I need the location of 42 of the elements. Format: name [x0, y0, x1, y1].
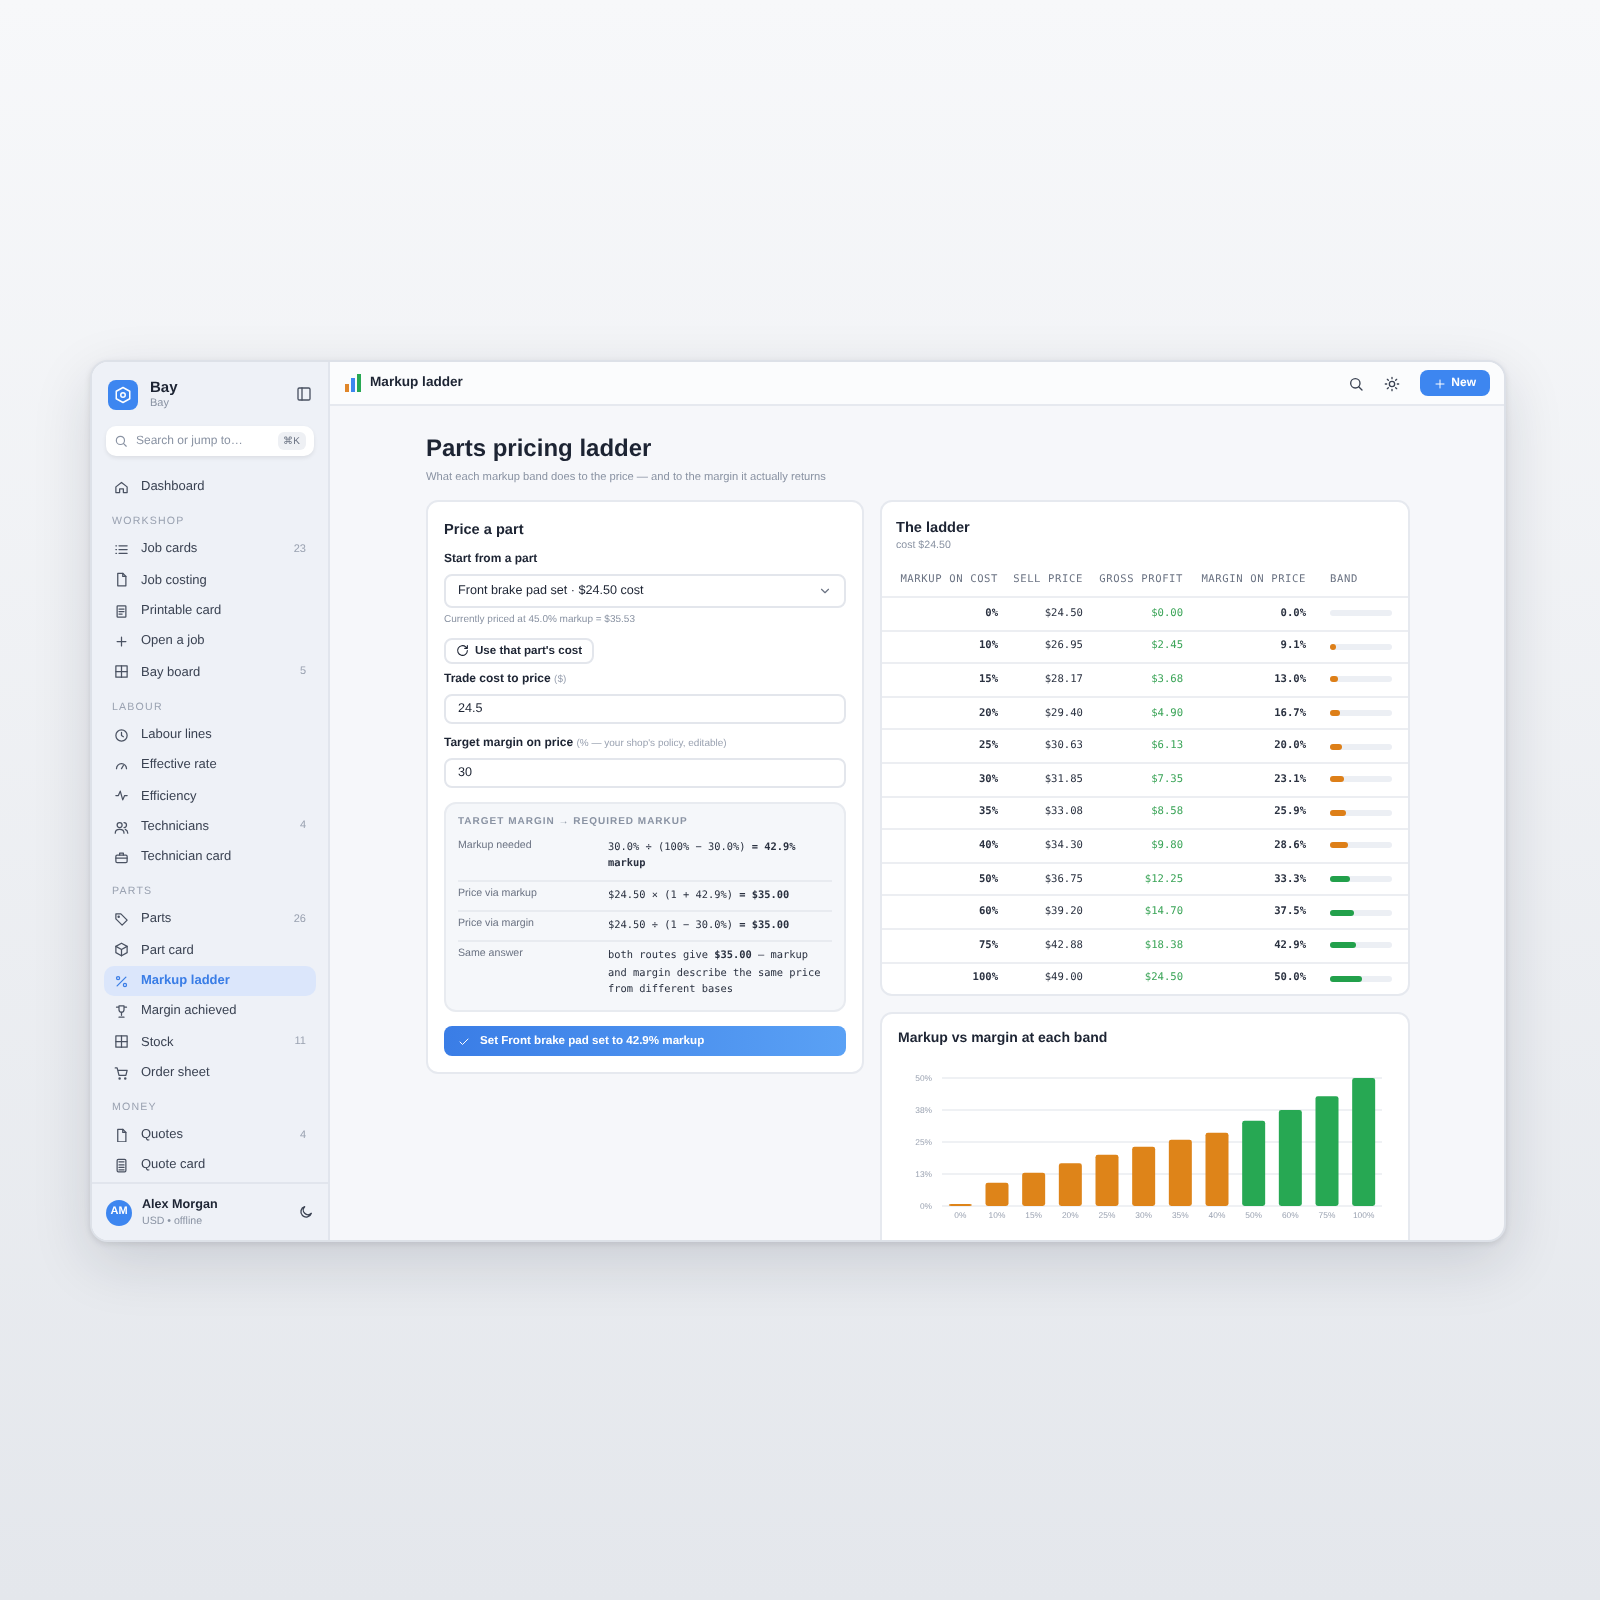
cart-icon — [114, 1065, 129, 1081]
plus-icon — [114, 634, 129, 650]
chart-bar — [1242, 1121, 1266, 1207]
plus-icon — [1433, 377, 1446, 389]
chart-bar — [1278, 1110, 1302, 1207]
briefcase-icon — [114, 849, 129, 865]
check-icon — [458, 1035, 470, 1048]
chart-bar — [1132, 1147, 1156, 1207]
chart-bar — [1058, 1163, 1082, 1207]
search-icon[interactable] — [1347, 375, 1364, 391]
chart-bar — [1022, 1172, 1046, 1207]
people-icon — [114, 819, 129, 835]
sun-icon[interactable] — [1383, 375, 1400, 391]
clock-icon — [114, 727, 129, 743]
search-icon — [114, 434, 128, 448]
refresh-icon — [456, 644, 469, 658]
grid-icon — [114, 1034, 129, 1050]
moon-icon[interactable] — [298, 1204, 314, 1220]
logo-icon — [108, 379, 138, 409]
chart-bar — [1168, 1139, 1192, 1207]
sidebar-toggle-icon[interactable] — [296, 386, 312, 402]
calculator-icon — [114, 1158, 129, 1174]
chart-bar — [985, 1182, 1009, 1207]
document-icon — [114, 572, 129, 588]
trophy-icon — [114, 1004, 129, 1020]
chart-bar — [1352, 1078, 1376, 1207]
page-heading: Parts pricing ladder — [426, 434, 654, 462]
document-icon — [114, 1127, 129, 1143]
percent-icon — [114, 973, 129, 989]
home-icon — [114, 479, 129, 495]
tag-icon — [114, 912, 129, 928]
list-icon — [114, 542, 129, 558]
gauge-icon — [114, 757, 129, 773]
chart-bar — [1095, 1155, 1119, 1207]
chart-bar — [1205, 1133, 1229, 1207]
grid-icon — [114, 664, 129, 680]
bar-chart-icon — [344, 374, 362, 392]
pulse-icon — [114, 788, 129, 804]
chevron-down-icon — [818, 584, 832, 598]
card-icon — [114, 603, 129, 619]
chart-bar — [1315, 1096, 1339, 1207]
box-icon — [114, 942, 129, 958]
